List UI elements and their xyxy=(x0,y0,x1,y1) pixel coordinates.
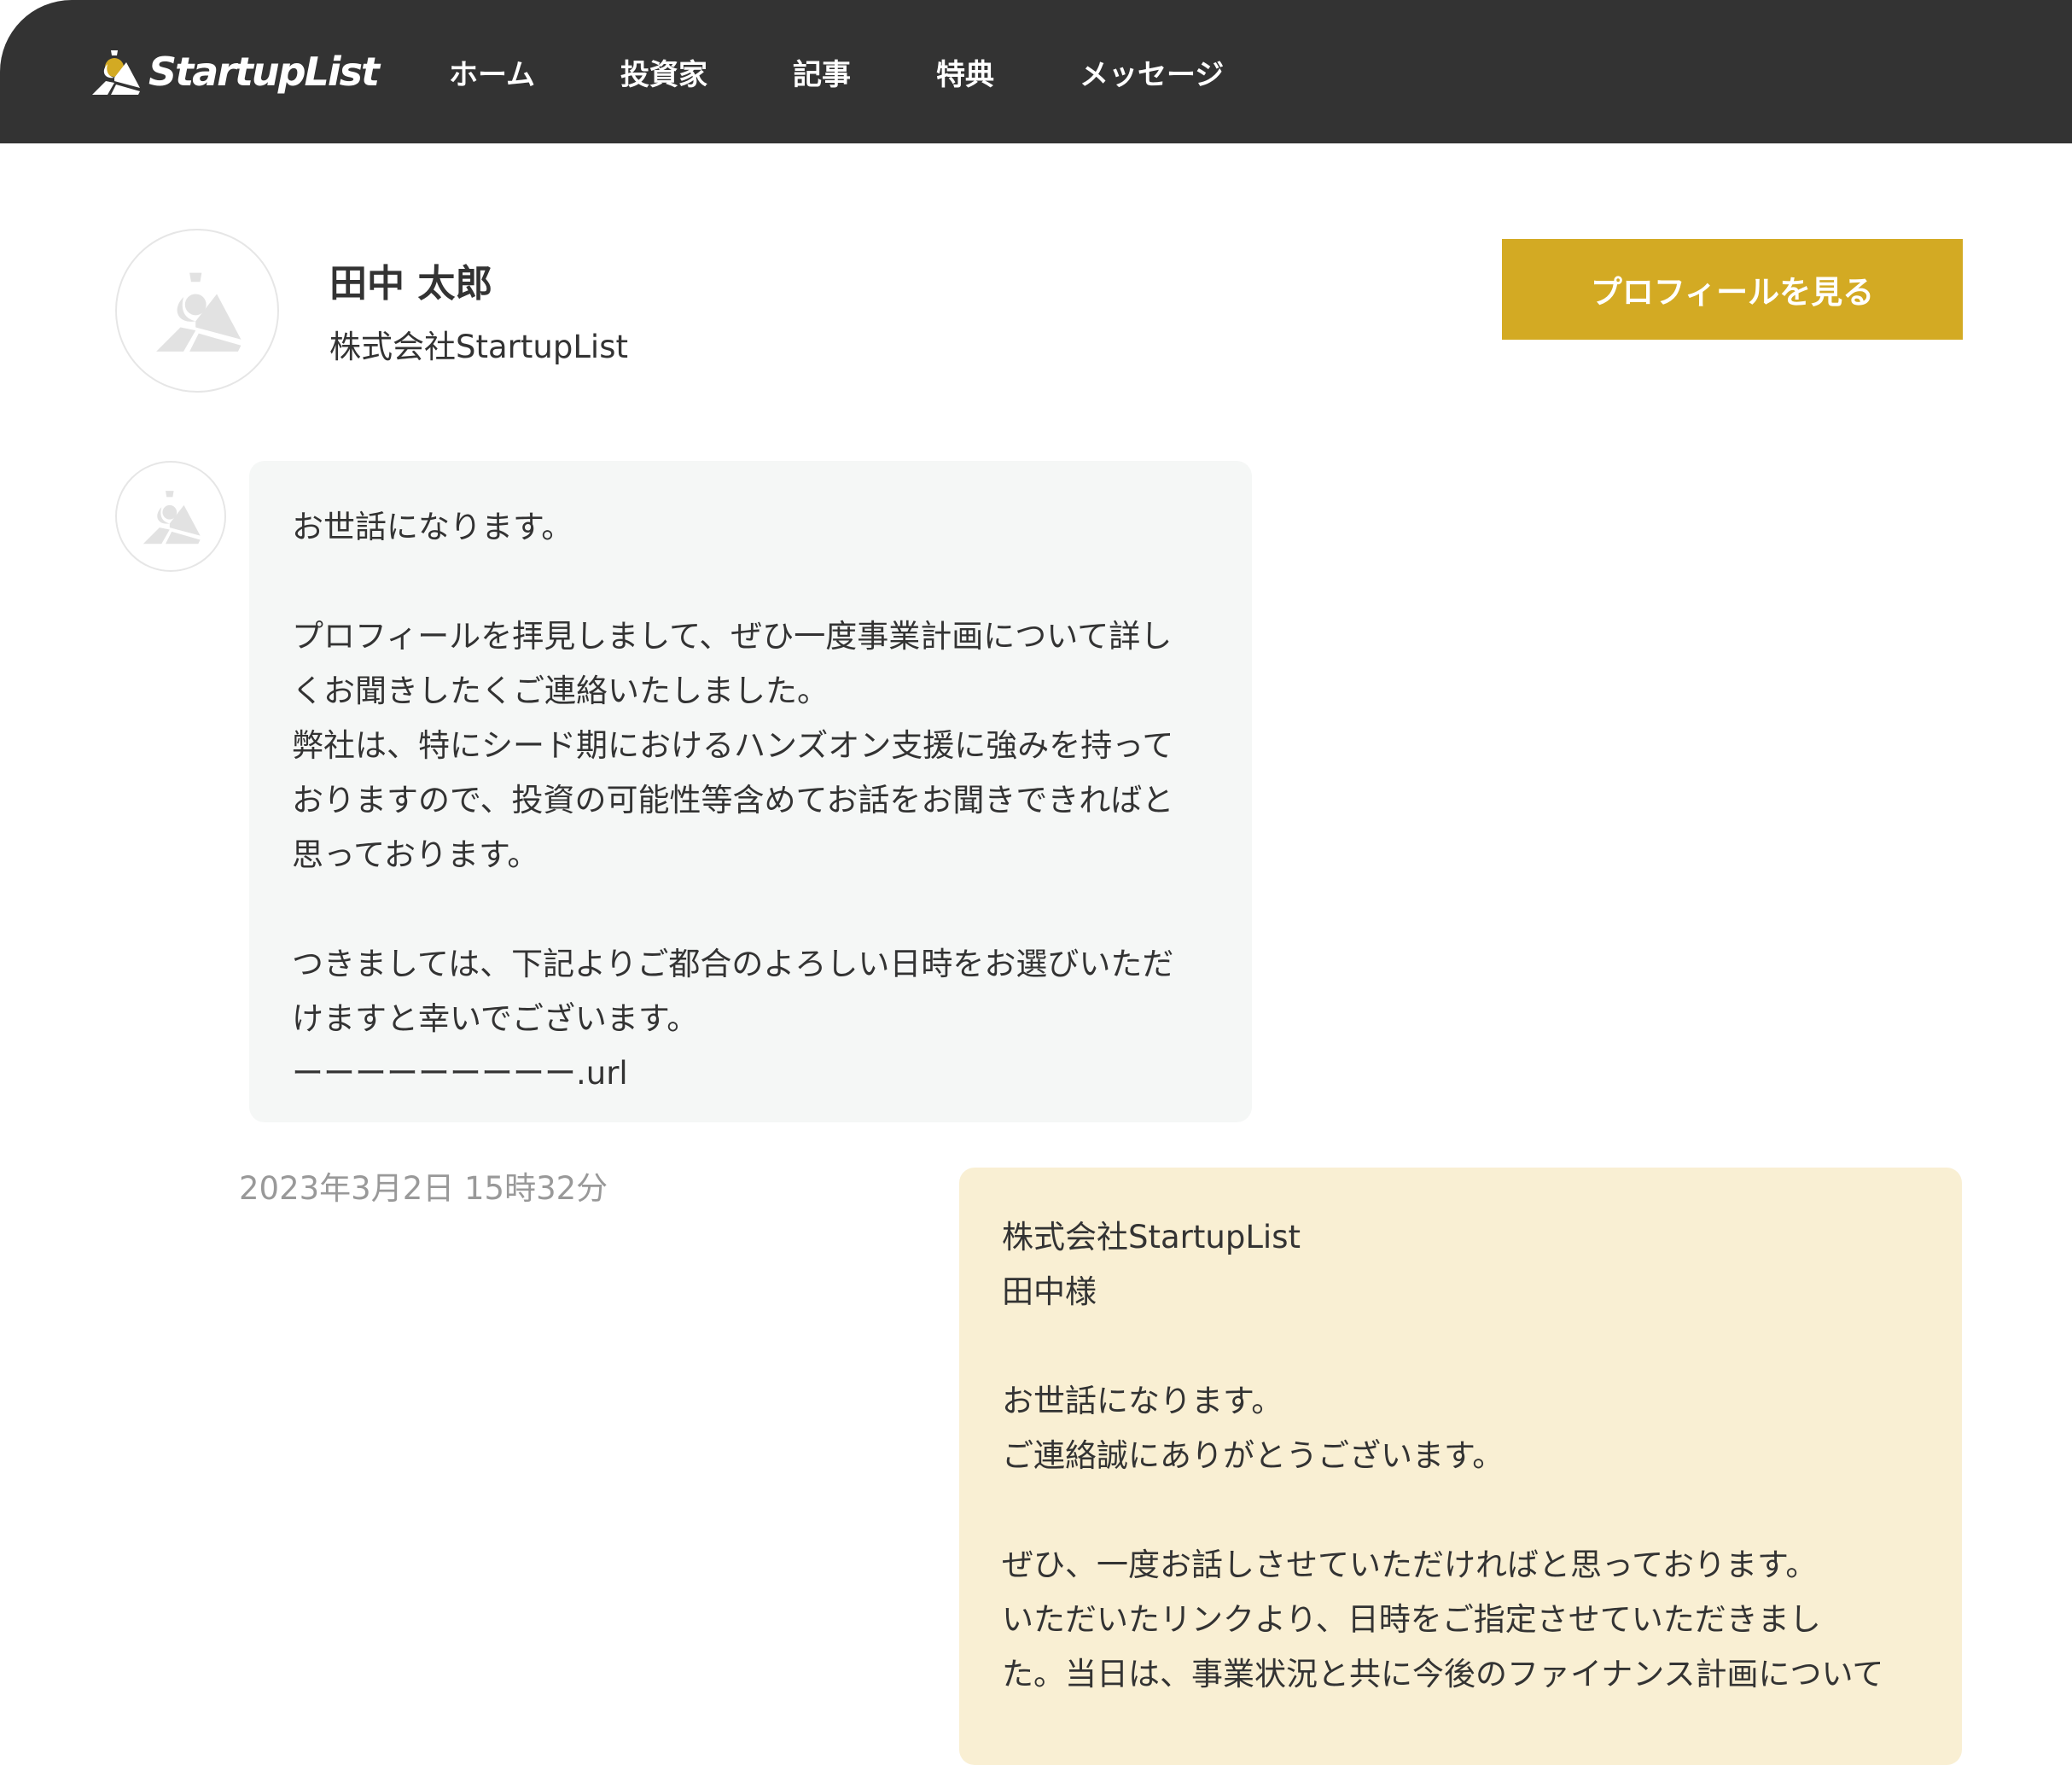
nav-item-benefits[interactable]: 特典 xyxy=(936,51,994,93)
nav-item-investors[interactable]: 投資家 xyxy=(620,51,707,93)
startuplist-logo-icon xyxy=(92,50,140,95)
partner-name: 田中 太郎 xyxy=(329,262,493,306)
nav-item-home[interactable]: ホーム xyxy=(449,51,535,93)
main-nav: ホーム 投資家 記事 特典 メッセージ xyxy=(449,44,1309,99)
nav-item-messages[interactable]: メッセージ xyxy=(1080,51,1224,93)
partner-company: 株式会社StartupList xyxy=(329,329,629,365)
top-navigation-bar: StartupList ホーム 投資家 記事 特典 メッセージ xyxy=(0,0,2072,143)
incoming-message-bubble: お世話になります。 プロフィールを拝見しまして、ぜひ一度事業計画について詳し く… xyxy=(249,461,1252,1122)
nav-item-articles[interactable]: 記事 xyxy=(793,51,851,93)
partner-avatar[interactable] xyxy=(115,229,279,393)
startuplist-logo[interactable]: StartupList xyxy=(89,44,380,99)
logo-wordmark: StartupList xyxy=(148,49,380,95)
message-timestamp: 2023年3月2日 15時32分 xyxy=(239,1170,608,1207)
view-profile-button[interactable]: プロフィールを見る xyxy=(1502,239,1963,340)
message-sender-avatar[interactable] xyxy=(115,461,226,572)
outgoing-message-bubble: 株式会社StartupList 田中様 お世話になります。 ご連絡誠にありがとう… xyxy=(959,1168,1962,1765)
default-avatar-icon xyxy=(156,272,242,352)
default-avatar-icon xyxy=(143,491,201,545)
